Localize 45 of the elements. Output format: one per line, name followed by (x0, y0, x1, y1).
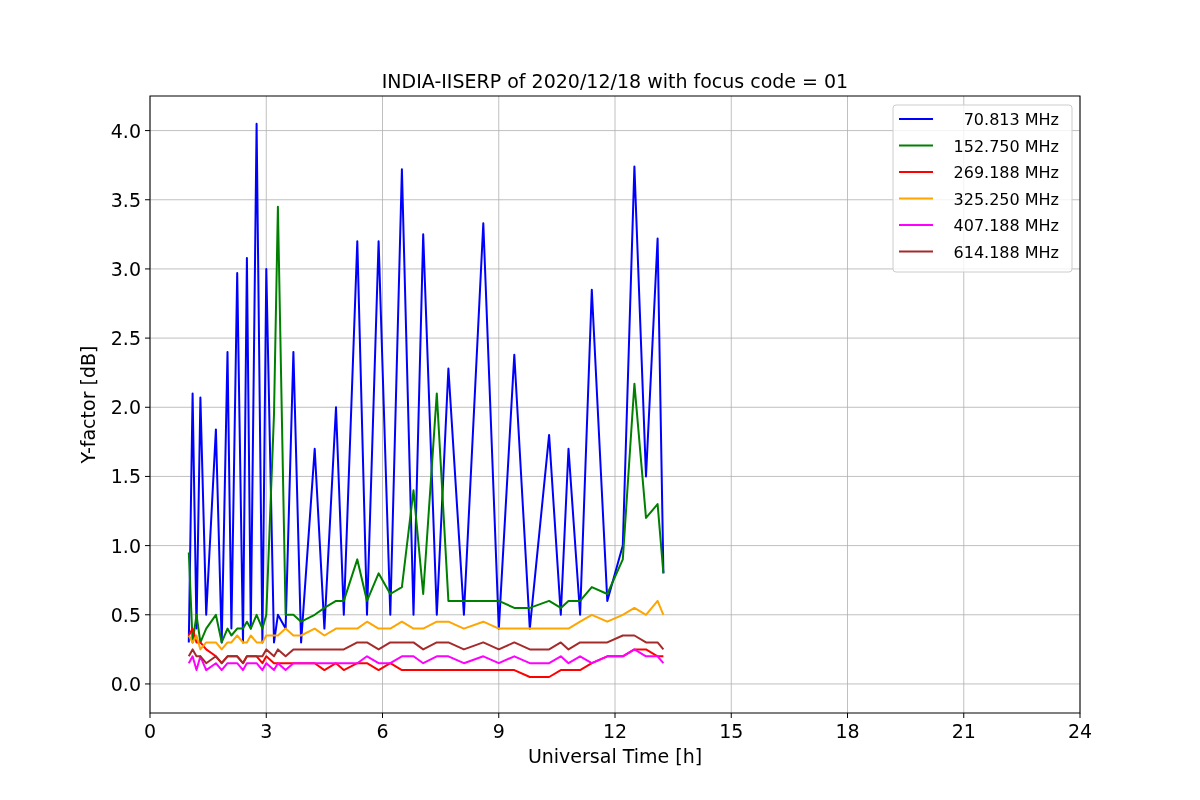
tick-label: 3 (260, 720, 273, 742)
y-tick (144, 614, 151, 616)
x-tick (265, 712, 267, 719)
y-tick (144, 199, 151, 201)
tick-label: 21 (951, 720, 976, 742)
y-tick (144, 475, 151, 477)
tick-label: 1.5 (110, 465, 141, 488)
tick-label: 0.0 (110, 672, 141, 695)
y-tick (144, 130, 151, 132)
x-tick (1079, 712, 1081, 719)
legend-label: 152.750 MHz (953, 136, 1059, 156)
tick-label: 1.0 (110, 534, 141, 557)
tick-label: 0 (143, 720, 157, 742)
legend-label: 269.188 MHz (953, 163, 1059, 182)
x-tick (847, 712, 848, 719)
tick-label: 24 (1067, 720, 1093, 742)
axis-label: Universal Time [h] (527, 745, 703, 767)
tick-label: 15 (719, 720, 744, 742)
y-tick (144, 337, 151, 339)
legend-label: 407.188 MHz (953, 216, 1059, 235)
tick-label: 18 (835, 720, 860, 742)
x-tick (730, 712, 732, 719)
y-tick (144, 406, 151, 408)
x-tick (382, 712, 383, 719)
chart-title: INDIA-IISERP of 2020/12/18 with focus code = 01 (381, 70, 849, 92)
tick-label: 4.0 (110, 119, 141, 142)
axis-label: Y-factor [dB] (77, 345, 99, 464)
y-tick (144, 683, 151, 685)
tick-label: 0.5 (110, 603, 141, 626)
legend-label: 614.188 MHz (953, 242, 1059, 262)
tick-label: 3.0 (110, 257, 141, 280)
x-tick (498, 712, 500, 719)
y-tick (144, 545, 151, 547)
tick-label: 6 (376, 720, 389, 742)
tick-label: 3.5 (110, 188, 141, 211)
tick-label: 12 (602, 720, 628, 742)
legend-label: 325.250 MHz (953, 189, 1059, 209)
x-tick (963, 712, 965, 719)
x-tick (614, 712, 616, 719)
tick-label: 9 (492, 720, 505, 742)
x-tick (149, 712, 151, 719)
y-tick (144, 268, 151, 270)
tick-label: 2.0 (110, 396, 141, 419)
legend-label: 70.813 MHz (963, 110, 1059, 129)
tick-label: 2.5 (110, 327, 141, 350)
